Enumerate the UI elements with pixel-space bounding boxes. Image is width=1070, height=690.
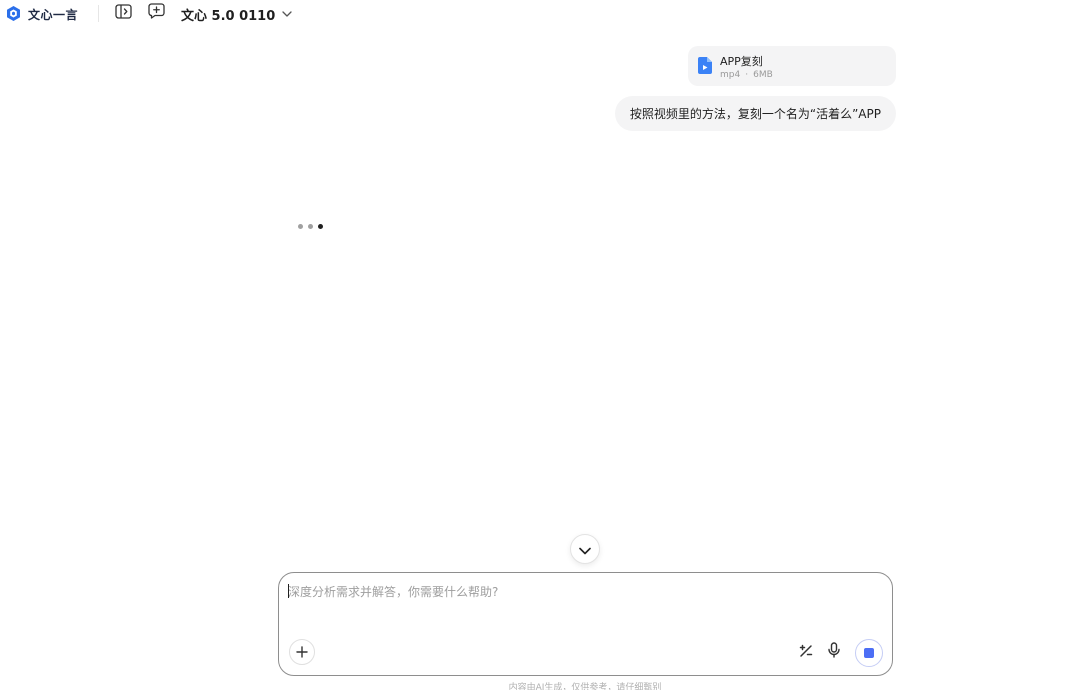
attachment-card[interactable]: APP复刻 mp4 · 6MB	[688, 46, 896, 86]
user-message-bubble: 按照视频里的方法，复刻一个名为“活着么”APP	[614, 96, 896, 131]
tools-button[interactable]	[797, 643, 815, 661]
attachment-separator: ·	[745, 70, 749, 80]
wenxin-logo-icon[interactable]	[5, 5, 22, 22]
chevron-down-icon	[282, 11, 292, 17]
chat-input[interactable]	[288, 583, 878, 623]
attachment-size: 6MB	[753, 70, 773, 80]
attachment-meta: mp4 · 6MB	[720, 70, 773, 80]
top-bar: 文心一言 文心 5.0 0110	[0, 0, 1070, 28]
app-window: 文心一言 文心 5.0 0110 APP复刻 mp4 · 6MB 按照视频里的方…	[0, 0, 1070, 690]
attachment-name: APP复刻	[720, 55, 763, 68]
video-file-icon	[698, 57, 712, 74]
text-caret	[288, 584, 289, 598]
new-chat-icon	[147, 3, 165, 23]
new-chat-button[interactable]	[146, 3, 166, 23]
user-message-text: 按照视频里的方法，复刻一个名为“活着么”APP	[629, 107, 881, 121]
loading-indicator	[298, 224, 323, 229]
sidebar-toggle-button[interactable]	[113, 3, 133, 23]
model-selector[interactable]: 文心 5.0 0110	[181, 5, 292, 24]
stop-icon	[864, 648, 874, 658]
loading-dot	[298, 224, 303, 229]
microphone-icon	[828, 642, 840, 662]
chat-composer	[278, 572, 893, 676]
loading-dot	[308, 224, 313, 229]
add-attachment-button[interactable]	[289, 639, 315, 665]
percent-slash-icon	[799, 643, 813, 662]
loading-dot	[318, 224, 323, 229]
scroll-to-bottom-button[interactable]	[570, 534, 600, 564]
voice-input-button[interactable]	[825, 642, 843, 662]
stop-generating-button[interactable]	[855, 639, 883, 667]
chevron-down-icon	[579, 540, 591, 559]
brand-name: 文心一言	[28, 8, 79, 22]
plus-icon	[296, 643, 308, 662]
ai-disclaimer: 内容由AI生成，仅供参考，请仔细甄别	[508, 683, 662, 690]
sidebar-toggle-icon	[114, 3, 132, 23]
toolbar-divider	[98, 5, 99, 22]
attachment-type: mp4	[720, 70, 741, 80]
model-name: 文心 5.0 0110	[181, 8, 276, 24]
